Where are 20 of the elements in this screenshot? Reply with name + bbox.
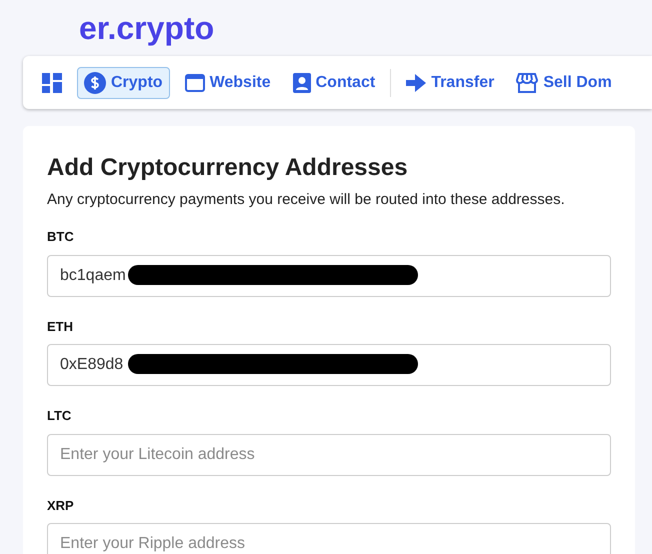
- field-label: LTC: [47, 407, 72, 426]
- nav-tab[interactable]: Sell Dom: [509, 66, 619, 98]
- nav-tab[interactable]: Transfer: [399, 66, 502, 98]
- address-field[interactable]: Enter your Litecoin address: [47, 434, 611, 476]
- form-heading: Add Cryptocurrency Addresses: [47, 154, 409, 183]
- address-field[interactable]: Enter your Ripple address: [47, 523, 611, 554]
- dashboard-icon: [42, 72, 62, 92]
- site-title: er.crypto: [79, 9, 214, 48]
- nav-tab[interactable]: Crypto: [77, 66, 170, 98]
- form-description: Any cryptocurrency payments you receive will be routed into these addresses.: [47, 190, 566, 210]
- field-label: XRP: [47, 496, 75, 515]
- field-label: ETH: [47, 318, 74, 336]
- contact-card-icon: [292, 72, 311, 92]
- field-label: BTC: [47, 228, 75, 246]
- browser-window-icon: [184, 74, 205, 92]
- nav-tab[interactable]: Contact: [286, 66, 382, 98]
- arrow-right-icon: [406, 74, 426, 92]
- storefront-icon: [516, 72, 538, 92]
- nav-tab[interactable]: Website: [178, 66, 278, 98]
- dollar-icon: [84, 72, 106, 94]
